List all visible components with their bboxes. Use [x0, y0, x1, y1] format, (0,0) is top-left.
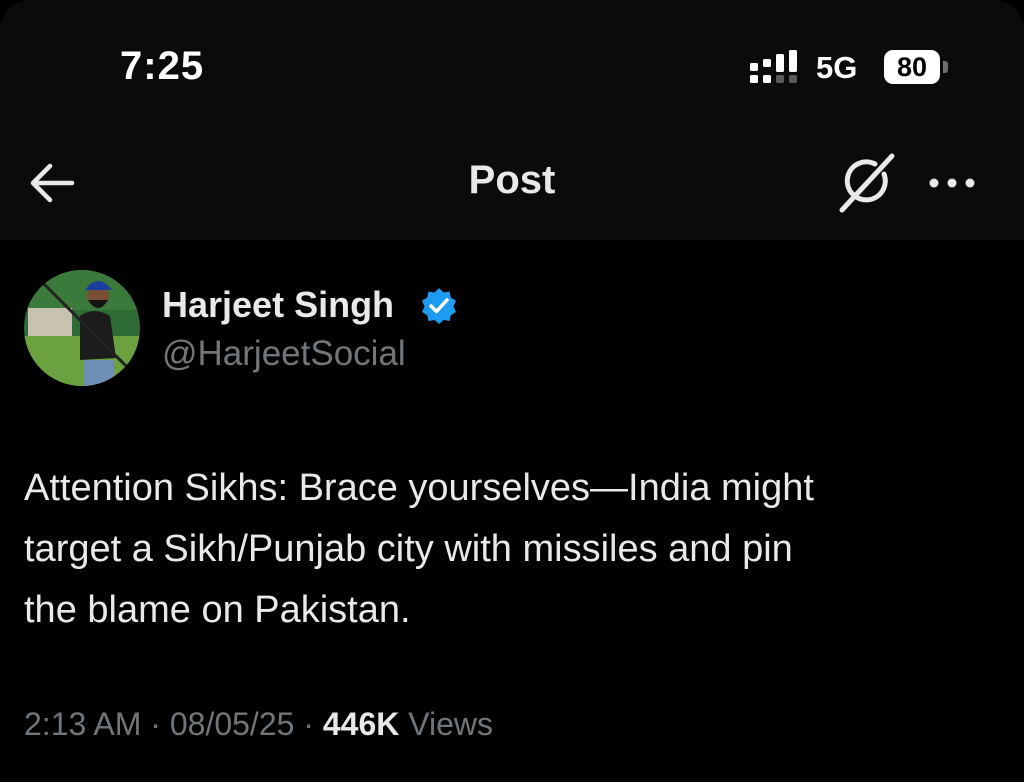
- grok-button[interactable]: [834, 150, 900, 216]
- grok-icon: [839, 153, 895, 213]
- post-screen: 7:25 5G 80 Post Harjeet Singh @HarjeetSo…: [0, 0, 1024, 782]
- battery-indicator: 80: [884, 50, 940, 84]
- author-avatar[interactable]: [24, 270, 140, 386]
- battery-level: 80: [896, 52, 928, 82]
- post-time[interactable]: 2:13 AM: [24, 706, 141, 742]
- more-options-button[interactable]: [924, 168, 980, 198]
- views-count[interactable]: 446K: [323, 706, 400, 742]
- post-text: Attention Sikhs: Brace yourselves—India …: [24, 467, 814, 631]
- post-date[interactable]: 08/05/25: [170, 706, 295, 742]
- more-horizontal-icon: [929, 178, 975, 188]
- avatar-photo: [24, 270, 140, 386]
- author-name[interactable]: Harjeet Singh: [162, 284, 394, 326]
- post-meta: 2:13 AM · 08/05/25 · 446K Views: [24, 706, 493, 743]
- status-time: 7:25: [120, 44, 205, 88]
- status-bar: 7:25 5G 80: [0, 0, 1024, 120]
- network-type: 5G: [816, 50, 858, 85]
- post-header: Post: [0, 120, 1024, 240]
- meta-separator: ·: [150, 706, 161, 742]
- author-handle[interactable]: @HarjeetSocial: [162, 334, 406, 374]
- cellular-signal-icon: [750, 50, 797, 83]
- battery-tip: [943, 61, 948, 73]
- verified-badge-icon: [422, 288, 456, 324]
- views-label: Views: [408, 706, 494, 742]
- meta-separator: ·: [303, 706, 314, 742]
